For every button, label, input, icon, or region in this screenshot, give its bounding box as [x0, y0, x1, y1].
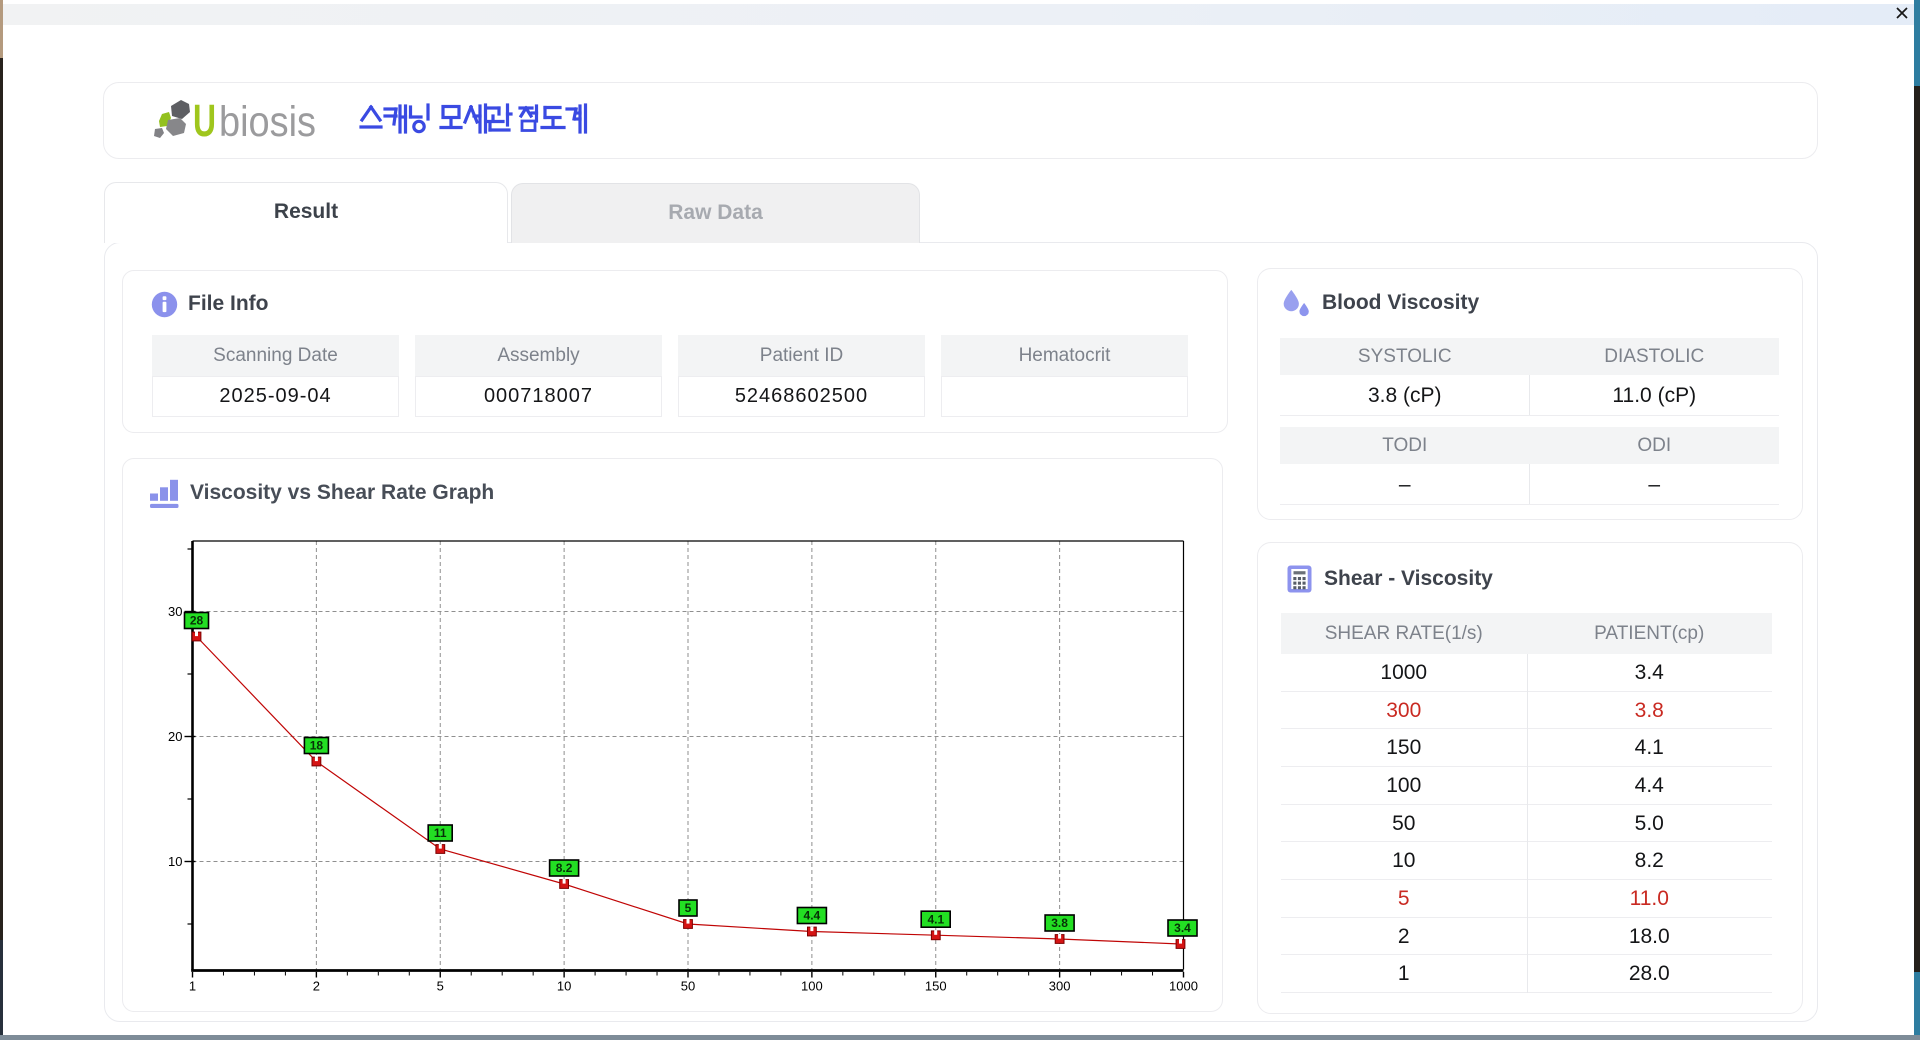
svg-text:11: 11	[434, 826, 447, 840]
svg-text:150: 150	[925, 979, 947, 994]
svg-text:20: 20	[168, 729, 182, 744]
svg-text:1000: 1000	[1169, 979, 1198, 994]
svg-text:5: 5	[685, 901, 692, 915]
svg-text:28: 28	[190, 614, 204, 628]
svg-text:100: 100	[801, 979, 823, 994]
svg-text:30: 30	[168, 604, 182, 619]
svg-text:10: 10	[557, 979, 571, 994]
svg-text:1: 1	[189, 979, 196, 994]
svg-text:50: 50	[681, 979, 695, 994]
svg-text:8.2: 8.2	[556, 861, 573, 875]
svg-text:3.4: 3.4	[1174, 921, 1191, 935]
svg-text:4.4: 4.4	[804, 909, 821, 923]
svg-text:10: 10	[168, 854, 182, 869]
svg-text:300: 300	[1049, 979, 1071, 994]
svg-text:3.8: 3.8	[1051, 916, 1068, 930]
svg-text:5: 5	[437, 979, 444, 994]
svg-text:2: 2	[313, 979, 320, 994]
svg-text:18: 18	[310, 739, 324, 753]
svg-text:4.1: 4.1	[927, 913, 944, 927]
